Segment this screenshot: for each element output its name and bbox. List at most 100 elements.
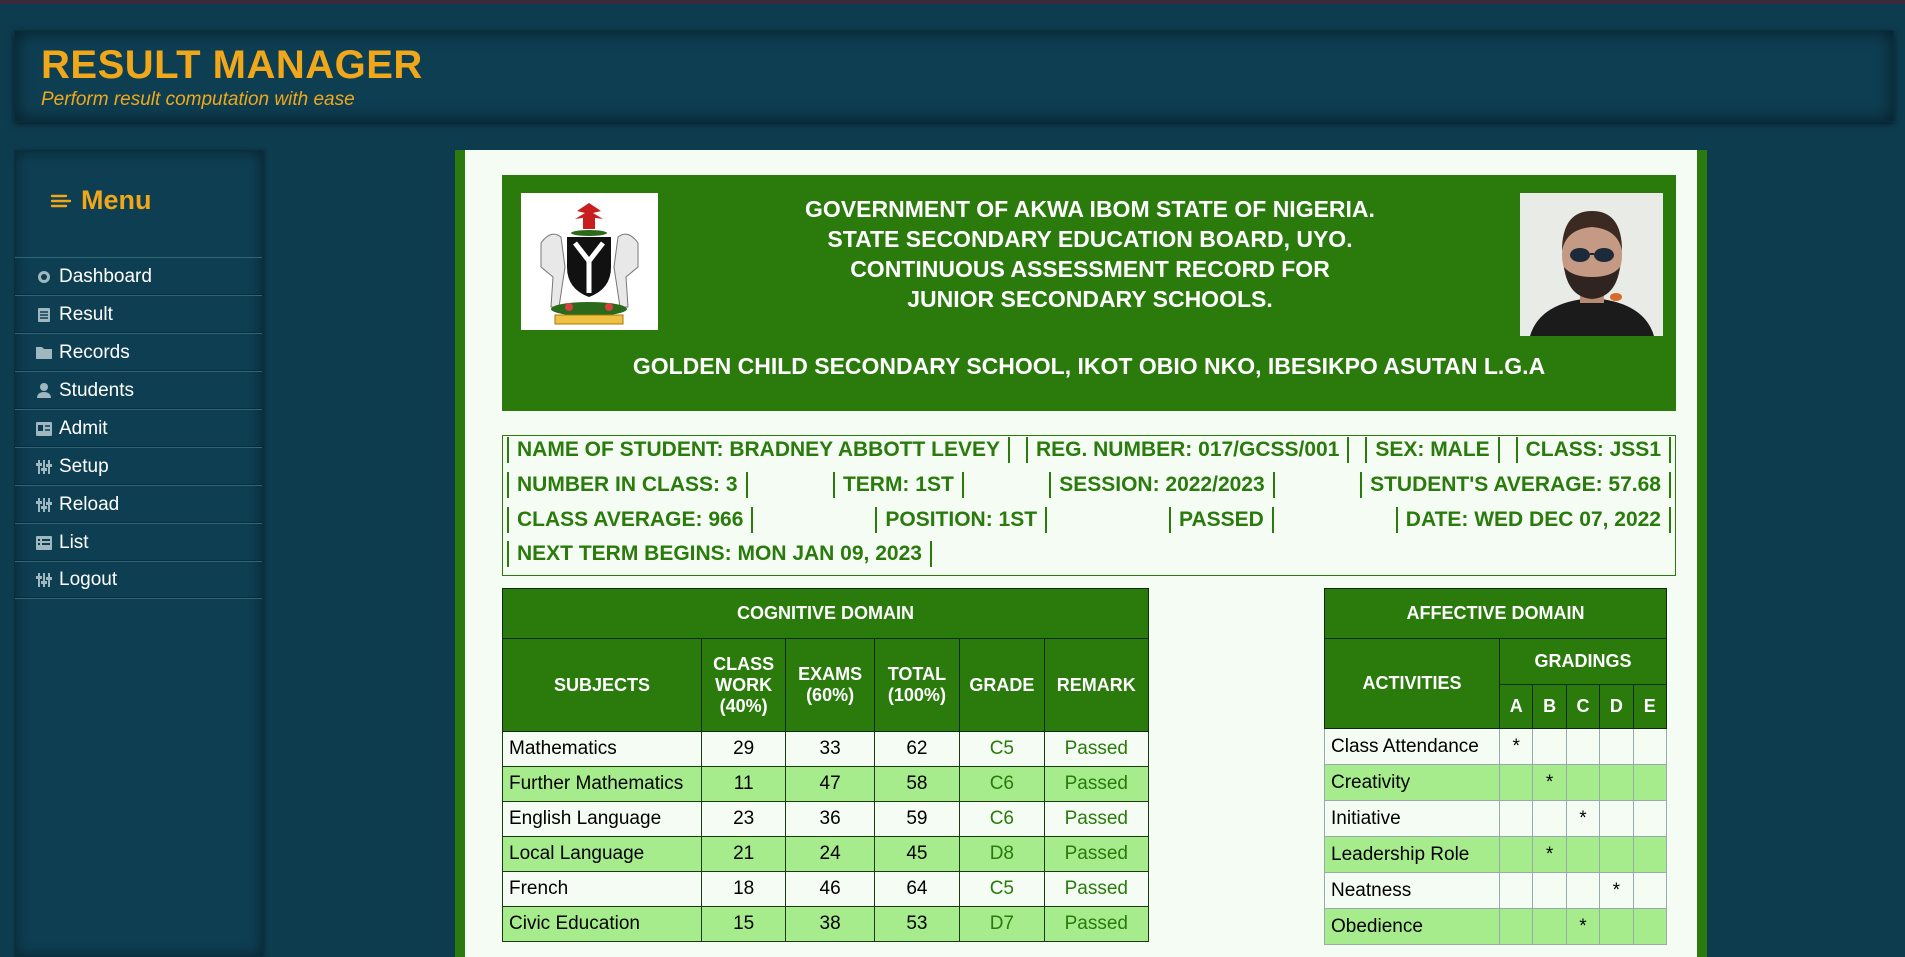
mark-cell: * — [1565, 908, 1601, 945]
sliders-icon — [35, 571, 53, 589]
info-row: NAME OF STUDENT: BRADNEY ABBOTT LEVEY RE… — [507, 436, 1671, 464]
remark-cell: Passed — [1043, 731, 1150, 767]
subject-cell: Mathematics — [502, 731, 702, 767]
subject-cell: Local Language — [502, 836, 702, 872]
mark-cell — [1599, 764, 1634, 801]
col-grade: GRADE — [959, 638, 1045, 732]
total-cell: 59 — [873, 801, 961, 837]
student-name: NAME OF STUDENT: BRADNEY ABBOTT LEVEY — [507, 437, 1011, 463]
grade-col-e: E — [1632, 684, 1668, 729]
table-row: Mathematics 29 33 62 C5 Passed — [502, 731, 1150, 767]
table-row: Obedience * — [1323, 908, 1668, 945]
affective-domain-table: AFFECTIVE DOMAIN ACTIVITIES GRADINGS A B… — [1323, 588, 1668, 945]
col-total-line: (100%) — [887, 685, 946, 705]
col-remark: REMARK — [1043, 638, 1150, 732]
remark-cell: Passed — [1043, 801, 1150, 837]
sidebar: Menu Dashboard Result Records Students A… — [14, 150, 263, 957]
mark-cell — [1499, 836, 1534, 873]
classwork-cell: 29 — [700, 731, 787, 767]
classwork-cell: 15 — [700, 906, 787, 942]
mark-cell — [1565, 728, 1601, 765]
total-cell: 64 — [873, 871, 961, 907]
sidebar-item-label: Result — [59, 303, 113, 325]
menu-title: Menu — [81, 185, 152, 215]
mark-cell: * — [1532, 836, 1567, 873]
sidebar-nav: Dashboard Result Records Students Admit … — [15, 257, 262, 599]
menu-icon — [49, 191, 73, 211]
student-sex: SEX: MALE — [1365, 437, 1500, 463]
grade-cell: C5 — [959, 731, 1045, 767]
sidebar-item-dashboard[interactable]: Dashboard — [15, 257, 262, 295]
col-classwork-line: WORK — [715, 674, 773, 695]
activity-cell: Obedience — [1323, 908, 1501, 945]
mark-cell: * — [1532, 764, 1567, 801]
subject-cell: Further Mathematics — [502, 766, 702, 802]
mark-cell — [1632, 836, 1668, 873]
grade-cell: D7 — [959, 906, 1045, 942]
classwork-cell: 21 — [700, 836, 787, 872]
mark-cell: * — [1599, 872, 1634, 909]
exams-cell: 47 — [785, 766, 875, 802]
affective-domain-title: AFFECTIVE DOMAIN — [1324, 588, 1667, 639]
sidebar-item-students[interactable]: Students — [15, 371, 262, 409]
remark-cell: Passed — [1043, 871, 1150, 907]
col-classwork: CLASS WORK (40%) — [700, 638, 787, 732]
mark-cell — [1599, 908, 1634, 945]
sidebar-item-records[interactable]: Records — [15, 333, 262, 371]
table-row: Class Attendance * — [1323, 728, 1668, 765]
remark-cell: Passed — [1043, 836, 1150, 872]
banner-line: STATE SECONDARY EDUCATION BOARD, UYO. — [827, 226, 1353, 252]
top-border — [0, 0, 1905, 4]
cognitive-domain-table: COGNITIVE DOMAIN SUBJECTS CLASS WORK (40… — [502, 588, 1150, 942]
table-row: Initiative * — [1323, 800, 1668, 837]
sidebar-item-label: Dashboard — [59, 265, 152, 287]
session: SESSION: 2022/2023 — [1049, 472, 1275, 498]
menu-toggle[interactable]: Menu — [49, 185, 152, 216]
mark-cell — [1532, 908, 1567, 945]
total-cell: 58 — [873, 766, 961, 802]
grade-cell: D8 — [959, 836, 1045, 872]
admit-icon — [35, 420, 53, 438]
subject-cell: French — [502, 871, 702, 907]
banner-heading: GOVERNMENT OF AKWA IBOM STATE OF NIGERIA… — [672, 194, 1508, 314]
sidebar-item-reload[interactable]: Reload — [15, 485, 262, 523]
mark-cell — [1532, 800, 1567, 837]
col-gradings: GRADINGS — [1499, 638, 1667, 685]
exams-cell: 46 — [785, 871, 875, 907]
dashboard-icon — [35, 268, 53, 286]
mark-cell — [1632, 908, 1668, 945]
remark-cell: Passed — [1043, 766, 1150, 802]
sidebar-item-result[interactable]: Result — [15, 295, 262, 333]
number-in-class: NUMBER IN CLASS: 3 — [507, 472, 748, 498]
col-total: TOTAL (100%) — [873, 638, 961, 732]
sidebar-item-admit[interactable]: Admit — [15, 409, 262, 447]
info-row: NEXT TERM BEGINS: MON JAN 09, 2023 — [507, 540, 1671, 568]
activity-cell: Class Attendance — [1323, 728, 1501, 765]
subject-cell: Civic Education — [502, 906, 702, 942]
col-activities: ACTIVITIES — [1323, 638, 1501, 729]
coat-of-arms-image — [521, 193, 658, 330]
table-row: Civic Education 15 38 53 D7 Passed — [502, 906, 1150, 942]
grade-cell: C6 — [959, 801, 1045, 837]
col-classwork-line: CLASS — [713, 653, 775, 674]
sidebar-item-logout[interactable]: Logout — [15, 561, 262, 599]
result-sheet: GOVERNMENT OF AKWA IBOM STATE OF NIGERIA… — [455, 150, 1707, 957]
table-row: Neatness * — [1323, 872, 1668, 909]
grade-col-b: B — [1532, 684, 1567, 729]
banner-line: CONTINUOUS ASSESSMENT RECORD FOR — [850, 256, 1330, 282]
app-title: RESULT MANAGER — [41, 43, 423, 87]
report-date: DATE: WED DEC 07, 2022 — [1395, 507, 1671, 533]
sidebar-item-setup[interactable]: Setup — [15, 447, 262, 485]
sidebar-item-label: Reload — [59, 493, 120, 515]
exams-cell: 33 — [785, 731, 875, 767]
sidebar-item-label: Records — [59, 341, 130, 363]
student-photo — [1520, 193, 1663, 336]
result-banner: GOVERNMENT OF AKWA IBOM STATE OF NIGERIA… — [502, 175, 1676, 411]
sidebar-item-label: Logout — [59, 569, 118, 590]
activity-cell: Leadership Role — [1323, 836, 1501, 873]
sidebar-item-list[interactable]: List — [15, 523, 262, 561]
school-name: GOLDEN CHILD SECONDARY SCHOOL, IKOT OBIO… — [632, 353, 1546, 379]
col-exams-line: (60%) — [806, 685, 855, 705]
classwork-cell: 11 — [700, 766, 787, 802]
activity-cell: Initiative — [1323, 800, 1501, 837]
